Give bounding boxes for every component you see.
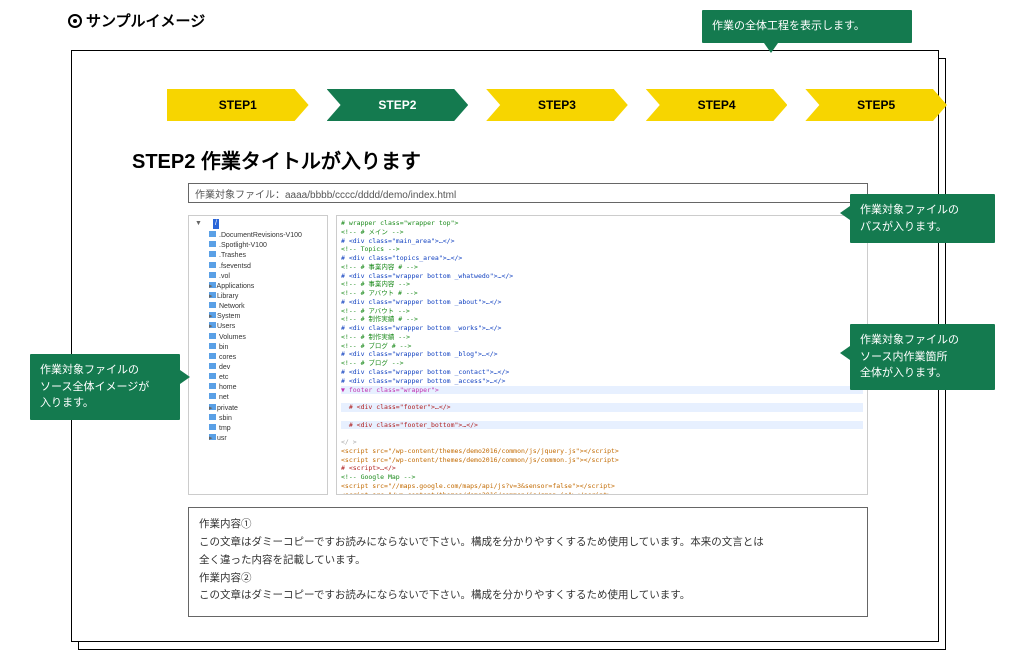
code-line: # <div class="footer">…</> [341, 403, 863, 412]
code-line: <!-- # 制作実績 --> [341, 333, 410, 341]
code-line: # <div class="wrapper bottom _access">…<… [341, 377, 505, 385]
tree-item[interactable]: .vol [209, 272, 324, 282]
tree-item[interactable]: sbin [209, 414, 324, 424]
code-line: # <div class="footer_bottom">…</> [341, 421, 863, 430]
code-line: # <div class="wrapper bottom _works">…</… [341, 324, 501, 332]
callout-process: 作業の全体工程を表示します。 [702, 10, 912, 43]
desc-line: この文章はダミーコピーですお読みにならないで下さい。構成を分かりやすくするため使… [199, 534, 857, 552]
code-line: <!-- # ブログ --> [341, 359, 404, 367]
desc-line: この文章はダミーコピーですお読みにならないで下さい。構成を分かりやすくするため使… [199, 587, 857, 605]
page-title: サンプルイメージ [68, 10, 205, 31]
tree-item[interactable]: Network [209, 302, 324, 312]
code-line: # <div class="wrapper bottom _contact">…… [341, 368, 509, 376]
tree-item[interactable]: tmp [209, 424, 324, 434]
code-line: <!-- # アバウト --> [341, 307, 410, 315]
stepper: STEP1 STEP2 STEP3 STEP4 STEP5 [167, 89, 947, 121]
code-line: <!-- # メイン --> [341, 228, 404, 236]
tree-item[interactable]: .Trashes [209, 251, 324, 261]
step-5[interactable]: STEP5 [805, 89, 947, 121]
code-line: # wrapper class="wrapper top"> [341, 219, 458, 227]
code-line: <script src="/wp-content/themes/demo2016… [341, 456, 619, 464]
code-line: # <div class="topics_area">…</> [341, 254, 462, 262]
tree-item[interactable]: ▸ Applications [209, 282, 324, 292]
file-path-box: 作業対象ファイル：aaaa/bbbb/cccc/dddd/demo/index.… [188, 183, 868, 203]
tree-item[interactable]: ▸ private [209, 404, 324, 414]
code-line: # <div class="wrapper bottom _blog">…</> [341, 350, 498, 358]
tree-item[interactable]: Volumes [209, 333, 324, 343]
tree-item[interactable]: ▸ Library [209, 292, 324, 302]
code-line: # <div class="wrapper bottom _about">…</… [341, 298, 501, 306]
tree-item[interactable]: .DocumentRevisions-V100 [209, 231, 324, 241]
description-box: 作業内容① この文章はダミーコピーですお読みにならないで下さい。構成を分かりやす… [188, 507, 868, 617]
code-line: <!-- # ブログ # --> [341, 342, 411, 350]
tree-item[interactable]: home [209, 383, 324, 393]
code-line: </ > [341, 438, 357, 446]
callout-path: 作業対象ファイルのパスが入ります。 [850, 194, 995, 243]
code-line: ▼ footer class="wrapper"> [341, 386, 863, 395]
tree-item[interactable]: ▸ usr [209, 434, 324, 444]
step-1[interactable]: STEP1 [167, 89, 309, 121]
code-line: <!-- # 事業内容 --> [341, 280, 410, 288]
tree-item[interactable]: dev [209, 363, 324, 373]
desc-line: 全く違った内容を記載しています。 [199, 552, 857, 570]
code-line: <!-- Google Map --> [341, 473, 415, 481]
main-card: STEP1 STEP2 STEP3 STEP4 STEP5 STEP2 作業タイ… [71, 50, 939, 642]
code-line: # <div class="main_area">…</> [341, 237, 455, 245]
code-line: # <script>…</> [341, 464, 396, 472]
step-3[interactable]: STEP3 [486, 89, 628, 121]
desc-line: 作業内容① [199, 516, 857, 534]
desc-line: 作業内容② [199, 570, 857, 588]
tree-item[interactable]: .Spotlight-V100 [209, 241, 324, 251]
code-line: <!-- # 制作実績 # --> [341, 315, 418, 323]
code-line: <!-- # 事業内容 # --> [341, 263, 418, 271]
code-line: <script src="//maps.google.com/maps/api/… [341, 482, 615, 490]
callout-source-area: 作業対象ファイルのソース内作業箇所全体が入ります。 [850, 324, 995, 390]
tree-item[interactable]: bin [209, 343, 324, 353]
code-line: # <div class="wrapper bottom _whatwedo">… [341, 272, 513, 280]
tree-item[interactable]: net [209, 393, 324, 403]
tree-item[interactable]: ▸ System [209, 312, 324, 322]
step-2[interactable]: STEP2 [327, 89, 469, 121]
file-tree-pane: ▼ / .DocumentRevisions-V100.Spotlight-V1… [188, 215, 328, 495]
step-heading: STEP2 作業タイトルが入ります [132, 145, 421, 174]
tree-item[interactable]: .fseventsd [209, 262, 324, 272]
tree-item[interactable]: etc [209, 373, 324, 383]
code-line: <!-- Topics --> [341, 245, 400, 253]
code-line: <script src="/wp-content/themes/demo2016… [341, 491, 611, 495]
code-line: <script src="/wp-content/themes/demo2016… [341, 447, 619, 455]
code-line: <!-- # アバウト # --> [341, 289, 418, 297]
step-4[interactable]: STEP4 [646, 89, 788, 121]
callout-source-whole: 作業対象ファイルのソース全体イメージが入ります。 [30, 354, 180, 420]
tree-item[interactable]: ▸ Users [209, 322, 324, 332]
code-pane: # wrapper class="wrapper top"> <!-- # メイ… [336, 215, 868, 495]
tree-item[interactable]: cores [209, 353, 324, 363]
bullseye-icon [68, 14, 82, 28]
tree-items: .DocumentRevisions-V100.Spotlight-V100.T… [195, 231, 324, 444]
